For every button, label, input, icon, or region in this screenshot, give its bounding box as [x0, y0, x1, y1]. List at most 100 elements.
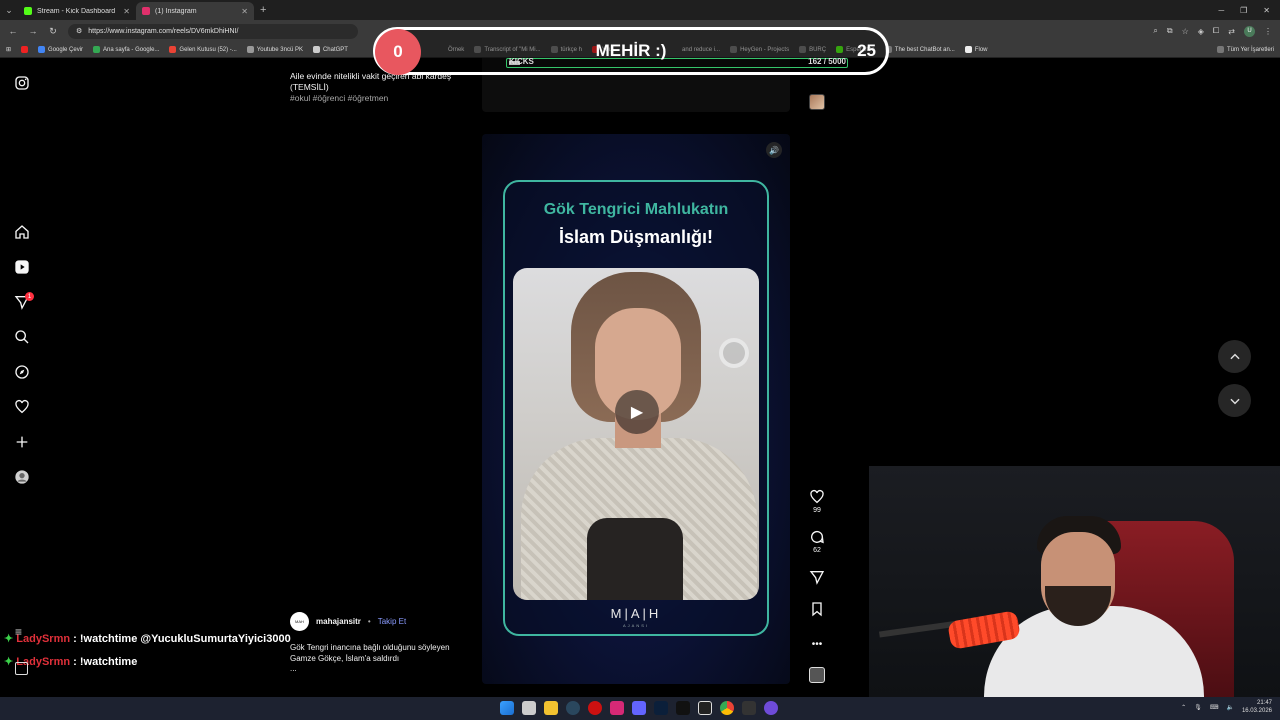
person-shirt [587, 518, 683, 600]
bookmark-item[interactable]: The best ChatBot an... [884, 46, 955, 53]
chrome-icon[interactable] [720, 701, 734, 715]
microphone-icon[interactable]: 🎙 [1194, 704, 1202, 711]
more-options-button[interactable]: ••• [805, 634, 829, 652]
network-icon[interactable]: ⌨ [1210, 704, 1219, 711]
address-bar[interactable]: ⚙ https://www.instagram.com/reels/DV6mkD… [68, 23, 358, 39]
previous-audio-thumbnail[interactable] [809, 94, 825, 110]
forward-icon[interactable]: → [28, 26, 38, 36]
follow-button[interactable]: Takip Et [378, 617, 406, 626]
all-bookmarks[interactable]: Tüm Yer İşaretleri [1216, 46, 1274, 53]
close-tab-icon[interactable]: ✕ [241, 7, 248, 16]
new-tab-button[interactable]: + [260, 4, 266, 16]
extensions-puzzle-icon[interactable]: ⧠ [1213, 26, 1219, 36]
install-icon[interactable]: ⧉ [1167, 26, 1173, 36]
play-icon[interactable]: ▶ [615, 390, 659, 434]
audio-thumbnail[interactable] [809, 667, 825, 683]
bookmark-label: Tüm Yer İşaretleri [1226, 46, 1274, 53]
minimize-icon[interactable]: ─ [1218, 6, 1224, 15]
photoshop-icon[interactable] [654, 701, 668, 715]
tray-arrow-icon[interactable]: ⌃ [1181, 704, 1186, 711]
task-view-icon[interactable] [522, 701, 536, 715]
instagram-logo-icon[interactable] [14, 75, 30, 91]
menu-dots-icon[interactable]: ⋮ [1264, 27, 1272, 36]
home-icon[interactable] [14, 224, 30, 240]
bookmark-item[interactable]: Youtube 3ncü PK [246, 46, 303, 53]
toolbar-right: ⌕ ⧉ ☆ ◈ ⧠ ⇄ U ⋮ [1153, 25, 1272, 37]
tab-kick-dashboard[interactable]: Stream - Kick Dashboard ✕ [18, 2, 136, 20]
bookmark-item[interactable]: ChatGPT [312, 46, 348, 53]
tab-title: Stream - Kick Dashboard [37, 7, 116, 15]
maximize-icon[interactable]: ❐ [1240, 6, 1247, 15]
reload-icon[interactable]: ↻ [48, 26, 58, 37]
bookmark-item[interactable]: Ana sayfa - Google... [93, 46, 159, 53]
tiktok-icon[interactable] [676, 701, 690, 715]
share-button[interactable] [805, 569, 829, 585]
zoom-icon[interactable]: ⌕ [1153, 26, 1157, 36]
site-info-icon[interactable]: ⚙ [76, 27, 82, 35]
reel-title-line1: Gök Tengrici Mahlukatın [543, 201, 729, 218]
chat-text: : !watchtime @YucukluSumurtaYiyici3000 [73, 633, 291, 645]
notification-badge: 1 [25, 292, 34, 301]
mah-logo-subtitle: AJANSI [622, 623, 649, 628]
volume-icon[interactable]: 🔊 [766, 142, 782, 158]
bookmark-label: Youtube 3ncü PK [256, 46, 303, 53]
profile-icon[interactable] [14, 469, 30, 485]
profile-avatar[interactable]: U [1244, 25, 1255, 37]
translate-icon [38, 46, 46, 53]
speaker-icon[interactable]: 🔈 [1226, 704, 1233, 711]
close-tab-icon[interactable]: ✕ [123, 7, 130, 16]
folder-icon [1216, 46, 1224, 53]
hashtags[interactable]: #okul #öğrenci #öğretmen [290, 93, 465, 104]
bookmark-item[interactable]: Google Çevir [38, 46, 83, 53]
steam-icon[interactable] [566, 701, 580, 715]
capcut-icon[interactable] [698, 701, 712, 715]
search-icon[interactable] [14, 329, 30, 345]
like-count: 99 [813, 507, 821, 514]
tab-instagram[interactable]: (1) Instagram ✕ [136, 2, 254, 20]
bookmark-star-icon[interactable]: ☆ [1182, 27, 1189, 36]
apps-grid-icon[interactable]: ⊞ [6, 46, 11, 53]
chat-text: : !watchtime [73, 656, 138, 668]
tab-search-icon[interactable]: ⌄ [0, 1, 18, 19]
clock[interactable]: 21:47 16.03.2026 [1242, 699, 1272, 715]
opera-icon[interactable] [588, 701, 602, 715]
obs-icon[interactable] [764, 701, 778, 715]
file-explorer-icon[interactable] [544, 701, 558, 715]
bookmark-item[interactable]: Flow [964, 46, 988, 53]
close-window-icon[interactable]: ✕ [1263, 6, 1270, 15]
translate-icon[interactable]: ⇄ [1228, 27, 1235, 36]
extension-icon[interactable]: ◈ [1198, 27, 1204, 36]
windows-taskbar: ⌃ 🎙 ⌨ 🔈 21:47 16.03.2026 [0, 697, 1280, 720]
description-more[interactable]: ... [290, 664, 450, 675]
start-icon[interactable] [500, 701, 514, 715]
mastodon-icon[interactable] [632, 701, 646, 715]
mah-logo: M|A|H [610, 606, 662, 621]
google-icon [93, 46, 101, 53]
comment-button[interactable]: 62 [805, 529, 829, 554]
create-plus-icon[interactable] [14, 434, 30, 450]
previous-reel-button[interactable] [1218, 340, 1251, 373]
comment-icon [811, 531, 824, 544]
like-button[interactable]: 99 [805, 489, 829, 514]
author-avatar[interactable]: MAH [290, 612, 309, 631]
notifications-heart-icon[interactable] [14, 399, 30, 415]
capcut-alt-icon[interactable] [742, 701, 756, 715]
screen: ⌄ Stream - Kick Dashboard ✕ (1) Instagra… [0, 0, 1280, 720]
taskbar-apps [500, 701, 778, 715]
explore-icon[interactable] [14, 364, 30, 380]
reel-description[interactable]: Gök Tengri inancına bağlı olduğunu söyle… [290, 643, 450, 675]
instagram-icon[interactable] [610, 701, 624, 715]
reels-icon[interactable] [14, 259, 30, 275]
next-reel-button[interactable] [1218, 384, 1251, 417]
instagram-sidebar: 1 [0, 58, 44, 698]
bookmark-label: Google Çevir [48, 46, 84, 53]
bookmark-item[interactable] [21, 46, 29, 53]
more-dots-icon: ••• [811, 639, 823, 650]
save-button[interactable] [805, 601, 829, 617]
bookmark-item[interactable]: Gelen Kutusu (52) -... [169, 46, 237, 53]
back-icon[interactable]: ← [8, 26, 18, 36]
reel-video[interactable]: 🔊 Gök Tengrici Mahlukatın İslam Düşmanlı… [482, 134, 790, 684]
share-icon [809, 571, 825, 585]
author-username[interactable]: mahajansitr [316, 617, 361, 626]
folder-icon [964, 46, 972, 53]
